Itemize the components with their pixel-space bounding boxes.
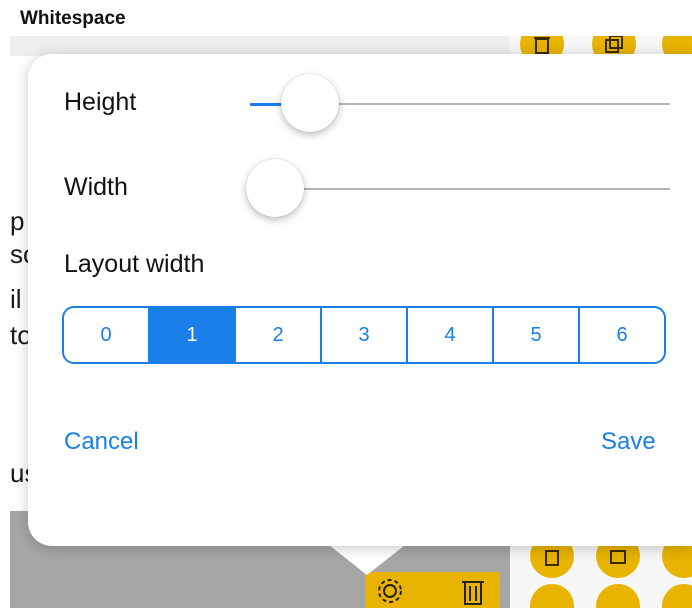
width-slider-thumb[interactable] [246, 159, 304, 217]
segment-option[interactable]: 4 [406, 308, 492, 362]
layout-width-label: Layout width [64, 250, 205, 278]
height-slider-thumb[interactable] [281, 74, 339, 132]
segment-option[interactable]: 5 [492, 308, 578, 362]
segment-option[interactable]: 2 [234, 308, 320, 362]
height-label: Height [64, 88, 137, 116]
item-toolbar [365, 572, 500, 608]
segment-option[interactable]: 0 [64, 308, 148, 362]
background-text-line: il [10, 284, 22, 314]
trash-icon [545, 550, 559, 566]
window-title: Whitespace [20, 8, 126, 29]
copy-icon [605, 36, 623, 53]
segment-option[interactable]: 6 [578, 308, 664, 362]
segment-option-selected[interactable]: 1 [148, 308, 234, 362]
trash-icon[interactable] [460, 576, 486, 611]
height-slider-fill [250, 103, 284, 106]
popover-arrow [329, 545, 405, 575]
background-text-line: p [10, 206, 25, 236]
width-label: Width [64, 173, 128, 201]
width-slider-track[interactable] [250, 188, 670, 190]
cancel-button[interactable]: Cancel [64, 428, 139, 456]
layout-width-segmented-control: 0 1 2 3 4 5 6 [62, 306, 666, 364]
whitespace-popover: Height Width Layout width 0 1 2 3 4 5 6 … [28, 54, 692, 546]
gear-icon[interactable] [375, 576, 405, 611]
segment-option[interactable]: 3 [320, 308, 406, 362]
trash-icon [534, 37, 550, 54]
save-button[interactable]: Save [601, 428, 656, 456]
copy-icon [610, 550, 626, 564]
height-slider-track[interactable] [284, 103, 670, 105]
